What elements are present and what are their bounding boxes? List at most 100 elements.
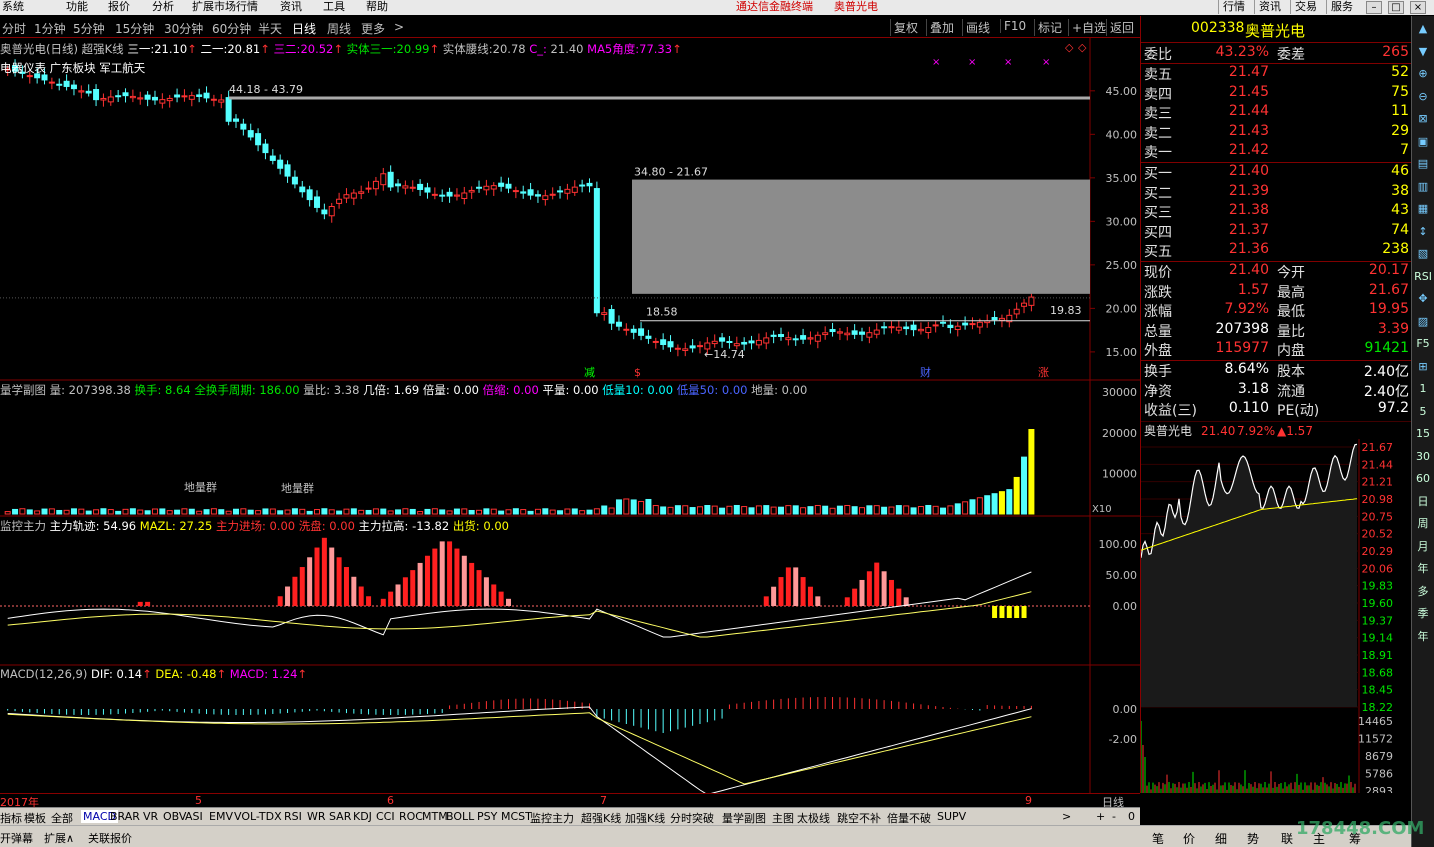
indicator-tab-28[interactable]: 倍量不破 bbox=[887, 810, 931, 826]
indicator-tab-14[interactable]: CCI bbox=[376, 810, 395, 823]
side-tool-0[interactable]: ▲ bbox=[1414, 20, 1432, 38]
status-item-2[interactable]: 关联报价 bbox=[88, 830, 132, 846]
chart-area[interactable]: 45.00 40.00 35.00 30.00 25.00 20.00 15.00 44.18… bbox=[0, 38, 1140, 796]
period-4[interactable]: 30分钟 bbox=[164, 20, 203, 37]
side-tool-20[interactable]: 60 bbox=[1414, 470, 1432, 488]
side-tool-18[interactable]: 15 bbox=[1414, 425, 1432, 443]
side-tool-2[interactable]: ⊕ bbox=[1414, 65, 1432, 83]
indicator-tab-0[interactable]: 指标 bbox=[0, 810, 22, 826]
chart-tool-3[interactable]: F10 bbox=[1000, 19, 1029, 33]
side-tool-9[interactable]: ↕ bbox=[1414, 223, 1432, 241]
indicator-tab-19[interactable]: MCST bbox=[501, 810, 532, 823]
side-tool-11[interactable]: RSI bbox=[1414, 268, 1432, 286]
indicator-tab-10[interactable]: RSI bbox=[284, 810, 302, 823]
side-tool-3[interactable]: ⊖ bbox=[1414, 88, 1432, 106]
chart-tool-4[interactable]: 标记 bbox=[1034, 19, 1065, 36]
intraday-mini-chart[interactable]: 奥普光电 21.40 7.92% ▲1.57 21.67 21.44 21.21 20.98 2… bbox=[1140, 420, 1413, 798]
menu-item-6[interactable]: 工具 bbox=[323, 0, 345, 14]
side-tool-15[interactable]: ⊞ bbox=[1414, 358, 1432, 376]
detail-tab-1[interactable]: 价 bbox=[1183, 830, 1195, 847]
chart-tool-5[interactable]: +自选 bbox=[1068, 19, 1109, 36]
side-tool-8[interactable]: ▦ bbox=[1414, 200, 1432, 218]
indicator-tab-13[interactable]: KDJ bbox=[353, 810, 372, 823]
period-7[interactable]: 日线 bbox=[292, 20, 316, 37]
side-tool-25[interactable]: 多 bbox=[1414, 583, 1432, 601]
period-0[interactable]: 分时 bbox=[2, 20, 26, 37]
indicator-tab-7[interactable]: ASI bbox=[185, 810, 203, 823]
indicator-tab-18[interactable]: PSY bbox=[477, 810, 497, 823]
side-tool-5[interactable]: ▣ bbox=[1414, 133, 1432, 151]
side-tool-21[interactable]: 日 bbox=[1414, 493, 1432, 511]
indicator-tab-16[interactable]: MTM bbox=[422, 810, 448, 823]
indicator-tab-4[interactable]: BRAR bbox=[110, 810, 140, 823]
tab-nav-0[interactable]: > bbox=[1062, 810, 1071, 823]
chart-tool-6[interactable]: 返回 bbox=[1106, 19, 1137, 36]
side-tool-27[interactable]: 年 bbox=[1414, 628, 1432, 646]
menu-item-2[interactable]: 报价 bbox=[108, 0, 130, 14]
indicator-tab-1[interactable]: 模板 bbox=[24, 810, 46, 826]
tab-nav-2[interactable]: - bbox=[1112, 810, 1116, 823]
indicator-tab-2[interactable]: 全部 bbox=[51, 810, 73, 826]
side-tool-4[interactable]: ⊠ bbox=[1414, 110, 1432, 128]
period-8[interactable]: 周线 bbox=[327, 20, 351, 37]
menu-item-3[interactable]: 分析 bbox=[152, 0, 174, 14]
side-tool-19[interactable]: 30 bbox=[1414, 448, 1432, 466]
chart-tool-1[interactable]: 叠加 bbox=[926, 19, 957, 36]
side-tool-22[interactable]: 周 bbox=[1414, 515, 1432, 533]
indicator-tab-26[interactable]: 太极线 bbox=[797, 810, 830, 826]
period-1[interactable]: 1分钟 bbox=[34, 20, 66, 37]
top-tab-1[interactable]: 资讯 bbox=[1254, 0, 1285, 14]
menu-item-7[interactable]: 帮助 bbox=[366, 0, 388, 14]
side-tool-16[interactable]: 1 bbox=[1414, 380, 1432, 398]
indicator-tab-29[interactable]: SUPV bbox=[937, 810, 966, 823]
side-tool-10[interactable]: ▧ bbox=[1414, 245, 1432, 263]
indicator-tab-22[interactable]: 加强K线 bbox=[625, 810, 665, 826]
period-2[interactable]: 5分钟 bbox=[73, 20, 105, 37]
top-tab-2[interactable]: 交易 bbox=[1290, 0, 1321, 14]
menu-item-5[interactable]: 资讯 bbox=[280, 0, 302, 14]
status-item-0[interactable]: 开弹幕 bbox=[0, 830, 33, 846]
indicator-tab-11[interactable]: WR bbox=[307, 810, 326, 823]
side-tool-26[interactable]: 季 bbox=[1414, 605, 1432, 623]
detail-tab-3[interactable]: 势 bbox=[1247, 830, 1259, 847]
period-6[interactable]: 半天 bbox=[258, 20, 282, 37]
indicator-tab-15[interactable]: ROC bbox=[399, 810, 423, 823]
side-tool-17[interactable]: 5 bbox=[1414, 403, 1432, 421]
indicator-tab-9[interactable]: VOL-TDX bbox=[234, 810, 282, 823]
indicator-tab-8[interactable]: EMV bbox=[209, 810, 233, 823]
side-tool-6[interactable]: ▤ bbox=[1414, 155, 1432, 173]
side-tool-23[interactable]: 月 bbox=[1414, 538, 1432, 556]
period-9[interactable]: 更多 bbox=[361, 20, 385, 37]
detail-tab-2[interactable]: 细 bbox=[1215, 830, 1227, 847]
indicator-tab-27[interactable]: 跳空不补 bbox=[837, 810, 881, 826]
tab-nav-3[interactable]: 0 bbox=[1128, 810, 1135, 823]
detail-tab-4[interactable]: 联 bbox=[1281, 830, 1293, 847]
indicator-tab-24[interactable]: 量学副图 bbox=[722, 810, 766, 826]
status-item-1[interactable]: 扩展∧ bbox=[44, 830, 74, 846]
maximize-button[interactable]: □ bbox=[1388, 1, 1404, 14]
indicator-tab-23[interactable]: 分时突破 bbox=[670, 810, 714, 826]
indicator-tab-12[interactable]: SAR bbox=[329, 810, 351, 823]
side-tool-12[interactable]: ✥ bbox=[1414, 290, 1432, 308]
chart-tool-0[interactable]: 复权 bbox=[890, 19, 921, 36]
close-button[interactable]: × bbox=[1410, 1, 1426, 14]
top-tab-0[interactable]: 行情 bbox=[1218, 0, 1249, 14]
indicator-tab-21[interactable]: 超强K线 bbox=[581, 810, 621, 826]
indicator-tab-17[interactable]: BOLL bbox=[446, 810, 474, 823]
period-indicator[interactable]: 日线 bbox=[1102, 794, 1124, 810]
side-tool-7[interactable]: ▥ bbox=[1414, 178, 1432, 196]
top-tab-3[interactable]: 服务 bbox=[1326, 0, 1357, 14]
period-5[interactable]: 60分钟 bbox=[212, 20, 251, 37]
menu-item-4[interactable]: 扩展市场行情 bbox=[192, 0, 258, 14]
indicator-tab-5[interactable]: VR bbox=[143, 810, 158, 823]
indicator-tab-6[interactable]: OBV bbox=[163, 810, 186, 823]
detail-tab-0[interactable]: 笔 bbox=[1152, 830, 1164, 847]
minimize-button[interactable]: – bbox=[1366, 1, 1382, 14]
indicator-tab-25[interactable]: 主图 bbox=[772, 810, 794, 826]
side-tool-24[interactable]: 年 bbox=[1414, 560, 1432, 578]
volume-scale-tag[interactable]: X10 bbox=[1092, 504, 1112, 515]
period-3[interactable]: 15分钟 bbox=[115, 20, 154, 37]
side-tool-13[interactable]: ▨ bbox=[1414, 313, 1432, 331]
chart-tool-2[interactable]: 画线 bbox=[962, 19, 993, 36]
side-tool-1[interactable]: ▼ bbox=[1414, 43, 1432, 61]
